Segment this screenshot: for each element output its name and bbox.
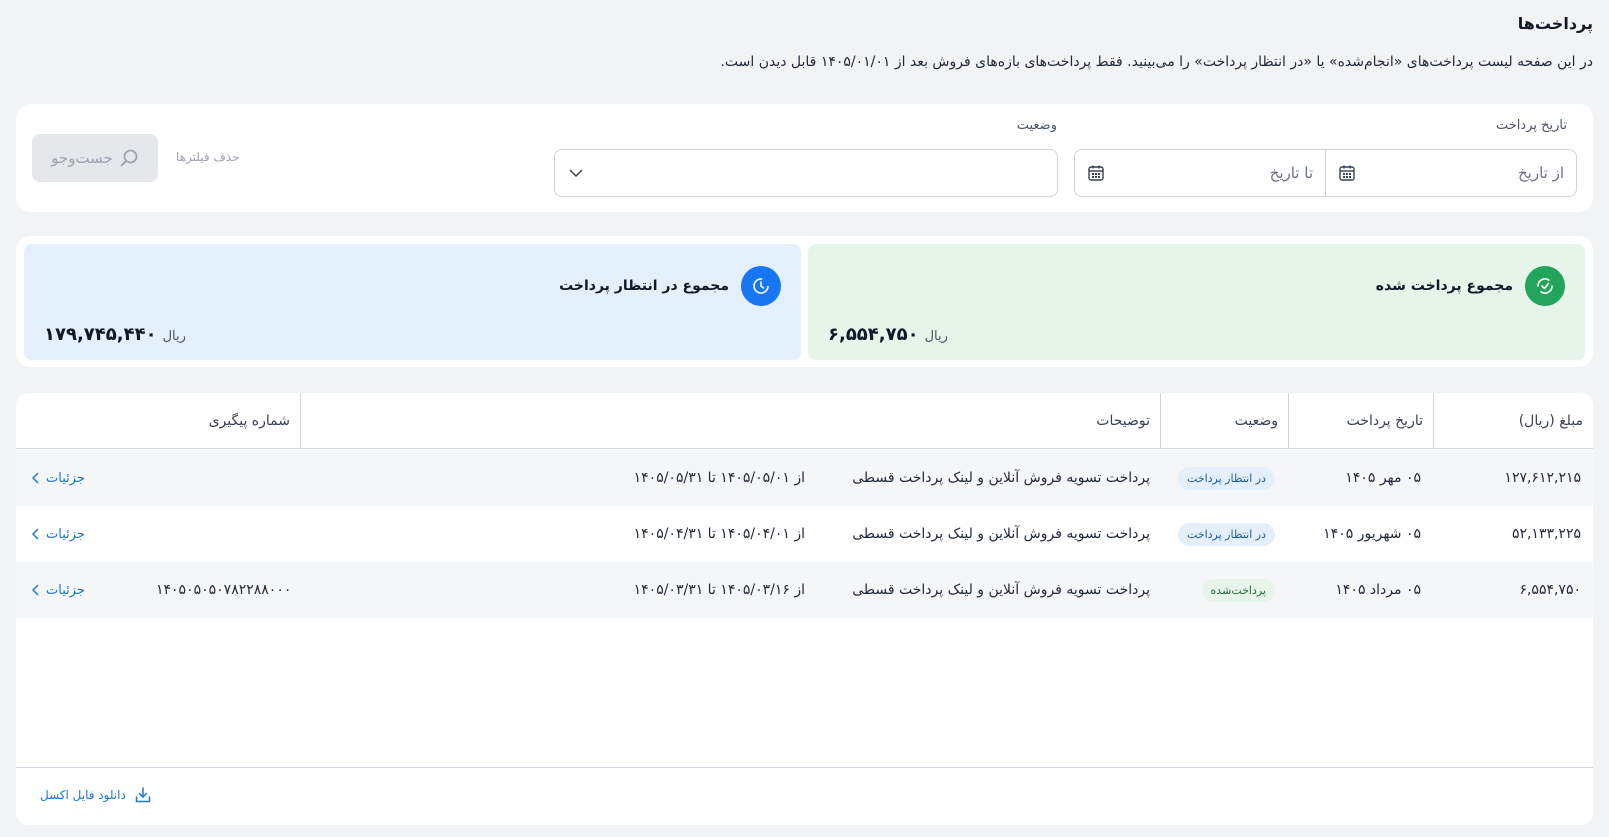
to-date-placeholder: تا تاریخ [1269, 164, 1313, 182]
date-range-input: از تاریخ تا تاریخ [1074, 149, 1577, 197]
download-excel-button[interactable]: دانلود فایل اکسل [40, 786, 152, 804]
cell-note: پرداخت تسویه فروش آنلاین و لینک پرداخت ق… [852, 582, 1150, 598]
details-label: جزئیات [46, 470, 85, 486]
clear-filters-link[interactable]: حذف فیلترها [176, 150, 240, 164]
header-notes: توضیحات [300, 393, 1160, 449]
details-label: جزئیات [46, 582, 85, 598]
status-badge: در انتظار پرداخت [1177, 466, 1275, 490]
payment-done-icon [1525, 266, 1565, 306]
search-button-label: جست‌وجو [51, 149, 113, 167]
paid-total-title: مجموع پرداخت شده [1375, 278, 1513, 294]
cell-date: ۰۵ شهریور ۱۴۰۵ [1323, 526, 1421, 542]
summary-section: مجموع پرداخت شده ریال ۶,۵۵۴,۷۵۰ مجموع در… [16, 236, 1593, 367]
paid-total-value: ۶,۵۵۴,۷۵۰ [828, 324, 919, 345]
status-badge: پرداخت‌شده [1201, 578, 1275, 602]
pending-total-amount: ریال ۱۷۹,۷۴۵,۴۴۰ [44, 324, 186, 345]
page-title: پرداخت‌ها [1517, 14, 1593, 33]
cell-amount: ۶,۵۵۴,۷۵۰ [1519, 582, 1581, 598]
cell-date: ۰۵ مهر ۱۴۰۵ [1345, 470, 1421, 486]
chevron-left-icon [32, 472, 39, 484]
cell-amount: ۱۲۷,۶۱۲,۲۱۵ [1504, 470, 1581, 486]
search-button[interactable]: جست‌وجو [32, 134, 158, 182]
details-label: جزئیات [46, 526, 85, 542]
cell-range: از ۱۴۰۵/۰۴/۰۱ تا ۱۴۰۵/۰۴/۳۱ [633, 526, 805, 542]
pending-currency: ریال [162, 329, 186, 344]
filter-card: تاریخ پرداخت وضعیت از تاریخ تا تاریخ حذف… [16, 104, 1593, 212]
table-row: ۶,۵۵۴,۷۵۰ ۰۵ مرداد ۱۴۰۵ پرداخت‌شده پرداخ… [16, 562, 1593, 618]
pending-total-card: مجموع در انتظار پرداخت ریال ۱۷۹,۷۴۵,۴۴۰ [24, 244, 801, 360]
status-filter-label: وضعیت [1016, 118, 1057, 133]
to-date-field[interactable]: تا تاریخ [1075, 150, 1326, 196]
calendar-icon [1339, 165, 1355, 181]
calendar-icon [1088, 165, 1104, 181]
cell-range: از ۱۴۰۵/۰۳/۱۶ تا ۱۴۰۵/۰۳/۳۱ [633, 582, 805, 598]
from-date-field[interactable]: از تاریخ [1326, 150, 1576, 196]
cell-note: پرداخت تسویه فروش آنلاین و لینک پرداخت ق… [852, 526, 1150, 542]
cell-amount: ۵۲,۱۳۳,۲۲۵ [1511, 526, 1581, 542]
status-badge: در انتظار پرداخت [1177, 522, 1275, 546]
details-link[interactable]: جزئیات [32, 583, 85, 598]
details-link[interactable]: جزئیات [32, 471, 85, 486]
chevron-left-icon [32, 528, 39, 540]
payments-table: مبلغ (ریال) تاریخ پرداخت وضعیت توضیحات ش… [16, 393, 1593, 825]
date-filter-label: تاریخ پرداخت [1496, 118, 1567, 133]
search-icon [120, 149, 138, 167]
chevron-down-icon [569, 169, 583, 178]
paid-currency: ریال [924, 329, 948, 344]
cell-range: از ۱۴۰۵/۰۵/۰۱ تا ۱۴۰۵/۰۵/۳۱ [633, 470, 805, 486]
paid-total-amount: ریال ۶,۵۵۴,۷۵۰ [828, 324, 948, 345]
download-icon [135, 787, 151, 803]
details-link[interactable]: جزئیات [32, 527, 85, 542]
cell-date: ۰۵ مرداد ۱۴۰۵ [1335, 582, 1421, 598]
chevron-left-icon [32, 584, 39, 596]
header-tracking: شماره پیگیری [208, 413, 290, 429]
header-amount: مبلغ (ریال) [1433, 393, 1593, 449]
pending-total-value: ۱۷۹,۷۴۵,۴۴۰ [44, 324, 157, 345]
download-label: دانلود فایل اکسل [40, 788, 126, 802]
from-date-placeholder: از تاریخ [1517, 164, 1564, 182]
cell-note: پرداخت تسویه فروش آنلاین و لینک پرداخت ق… [852, 470, 1150, 486]
paid-total-card: مجموع پرداخت شده ریال ۶,۵۵۴,۷۵۰ [808, 244, 1585, 360]
table-footer: دانلود فایل اکسل [16, 767, 1593, 825]
pending-total-title: مجموع در انتظار پرداخت [559, 278, 729, 294]
status-select[interactable] [554, 149, 1058, 197]
table-header: مبلغ (ریال) تاریخ پرداخت وضعیت توضیحات ش… [16, 393, 1593, 449]
cell-tracking: ۱۴۰۵۰۵۰۵۰۷۸۲۲۸۸۰۰۰ [156, 582, 292, 598]
header-status: وضعیت [1160, 393, 1288, 449]
header-date: تاریخ پرداخت [1288, 393, 1433, 449]
table-row: ۱۲۷,۶۱۲,۲۱۵ ۰۵ مهر ۱۴۰۵ در انتظار پرداخت… [16, 450, 1593, 506]
clock-history-icon [741, 266, 781, 306]
page-description: در این صفحه لیست پرداخت‌های «انجام‌شده» … [720, 54, 1593, 70]
table-row: ۵۲,۱۳۳,۲۲۵ ۰۵ شهریور ۱۴۰۵ در انتظار پردا… [16, 506, 1593, 562]
